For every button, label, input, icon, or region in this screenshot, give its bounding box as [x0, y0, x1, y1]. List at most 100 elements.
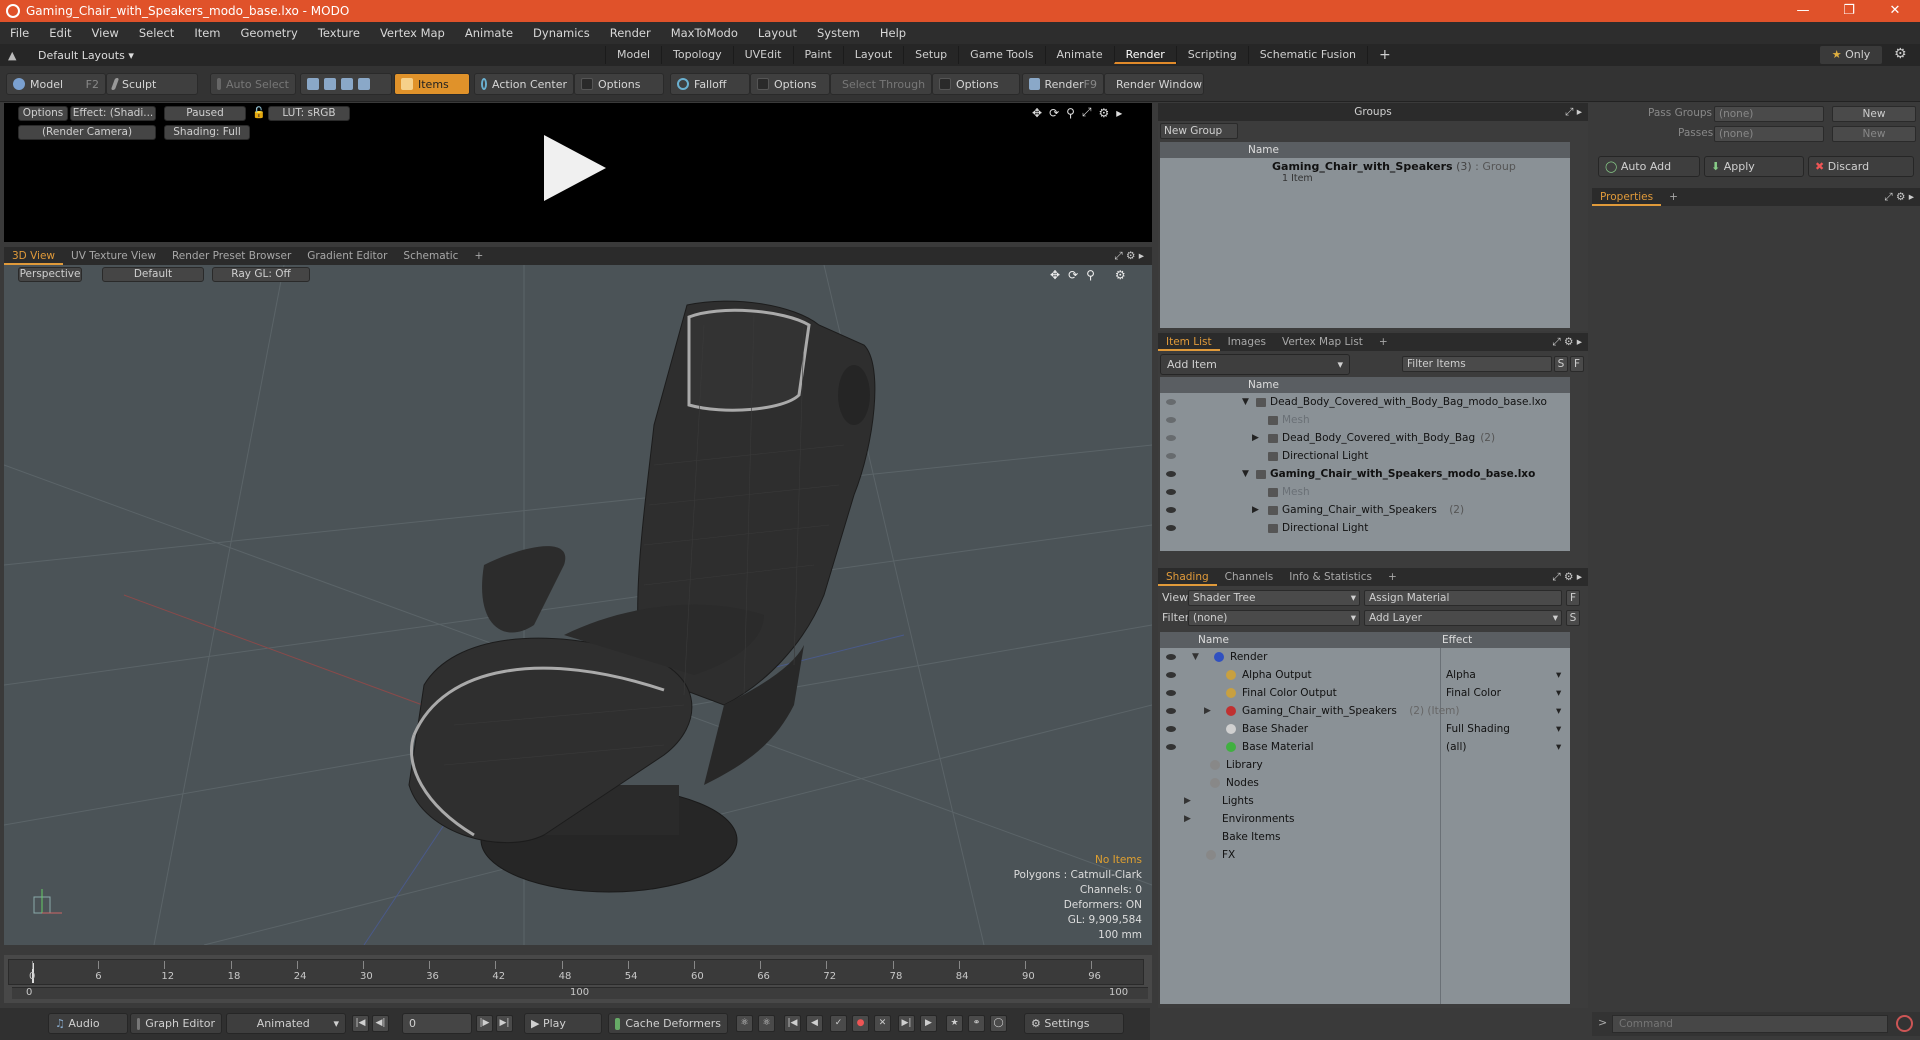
visibility-eye-icon[interactable] — [1166, 453, 1176, 459]
key-icon[interactable]: ⚛ — [736, 1015, 753, 1032]
menu-maxtomodo[interactable]: MaxToModo — [661, 26, 748, 40]
tab-item-list[interactable]: Item List — [1158, 333, 1220, 351]
effect-select[interactable]: Effect: (Shadi... — [70, 106, 156, 121]
view-select[interactable]: Shader Tree ▾ — [1188, 590, 1360, 606]
tab-channels[interactable]: Channels — [1217, 568, 1282, 586]
tab-gradient-editor[interactable]: Gradient Editor — [299, 247, 395, 265]
tab-uv-texture-view[interactable]: UV Texture View — [63, 247, 164, 265]
expand-arrow-icon[interactable]: ▶ — [1252, 505, 1259, 515]
key-auto-icon[interactable]: ⚛ — [758, 1015, 775, 1032]
shader-row[interactable]: Final Color Output Final Color ▾ — [1160, 684, 1570, 702]
visibility-eye-icon[interactable] — [1166, 471, 1176, 477]
passes-select[interactable]: (none) — [1714, 126, 1824, 142]
shader-row[interactable]: Alpha Output Alpha ▾ — [1160, 666, 1570, 684]
falloff-button[interactable]: Falloff — [670, 73, 750, 95]
play-icon[interactable] — [544, 135, 606, 201]
viewport-settings-icon[interactable]: ⤢ ⚙ ▸ — [1114, 250, 1144, 263]
tab-game-tools[interactable]: Game Tools — [958, 46, 1044, 64]
cache-deformers-button[interactable]: Cache Deformers — [608, 1013, 728, 1034]
visibility-eye-icon[interactable] — [1166, 708, 1176, 714]
tab-info-statistics[interactable]: Info & Statistics — [1281, 568, 1380, 586]
group-row[interactable]: Gaming_Chair_with_Speakers (3) : Group 1… — [1160, 158, 1570, 184]
paused-button[interactable]: Paused — [164, 106, 246, 121]
gear-icon[interactable]: ⚙ — [1894, 46, 1907, 62]
edges-icon[interactable] — [324, 78, 336, 90]
raygl-toggle[interactable]: Ray GL: Off — [212, 267, 310, 282]
materials-icon[interactable] — [358, 78, 370, 90]
menu-geometry[interactable]: Geometry — [231, 26, 308, 40]
effect-dropdown-icon[interactable]: ▾ — [1556, 687, 1561, 699]
menu-texture[interactable]: Texture — [308, 26, 370, 40]
shading-f-button[interactable]: F — [1566, 590, 1580, 606]
default-layouts-select[interactable]: Default Layouts ▾ — [38, 49, 134, 62]
arrow-right-icon[interactable]: ▸ — [1116, 106, 1122, 120]
expand-arrow-icon[interactable]: ▶ — [1252, 433, 1259, 443]
effect-select[interactable]: Full Shading — [1446, 723, 1510, 735]
audio-button[interactable]: ♫ Audio — [48, 1013, 128, 1034]
tab-topology[interactable]: Topology — [661, 46, 733, 64]
tab-setup[interactable]: Setup — [903, 46, 958, 64]
tab-vertex-map-list[interactable]: Vertex Map List — [1274, 333, 1371, 351]
shading-select[interactable]: Shading: Full — [164, 125, 250, 140]
timeline[interactable]: 0 6 12 18 24 30 36 42 48 54 60 66 72 78 84 90 96 0 100 1… — [4, 955, 1152, 1003]
checkbox-icon[interactable] — [939, 78, 951, 90]
filter-items-input[interactable]: Filter Items — [1402, 356, 1552, 372]
viewport-gear-icon[interactable]: ⚙ — [1115, 268, 1126, 282]
add-tab-icon[interactable]: + — [1371, 333, 1396, 351]
gaming-chair-model[interactable] — [4, 265, 1152, 945]
vertices-icon[interactable] — [307, 78, 319, 90]
expand-arrow-icon[interactable]: ▶ — [1184, 814, 1191, 824]
expand-arrow-icon[interactable]: ▶ — [1184, 796, 1191, 806]
shader-row[interactable]: ▶ Environments — [1160, 810, 1570, 828]
item-row[interactable]: Mesh — [1160, 483, 1570, 501]
effect-select[interactable]: (all) — [1446, 741, 1466, 753]
action-center-button[interactable]: Action Center — [474, 73, 574, 95]
menu-dynamics[interactable]: Dynamics — [523, 26, 600, 40]
item-row[interactable]: ▶ Gaming_Chair_with_Speakers (2) — [1160, 501, 1570, 519]
shader-row[interactable]: Bake Items — [1160, 828, 1570, 846]
visibility-eye-icon[interactable] — [1166, 672, 1176, 678]
shader-row[interactable]: Nodes — [1160, 774, 1570, 792]
menu-help[interactable]: Help — [870, 26, 916, 40]
shading-expand-icon[interactable]: ⤢ ⚙ ▸ — [1552, 571, 1582, 584]
menu-system[interactable]: System — [807, 26, 870, 40]
effect-dropdown-icon[interactable]: ▾ — [1556, 723, 1561, 735]
groups-expand-icon[interactable]: ⤢ ▸ — [1565, 106, 1582, 119]
visibility-eye-icon[interactable] — [1166, 399, 1176, 405]
new-pass-button[interactable]: New — [1832, 126, 1916, 142]
frame-input[interactable]: 0 — [402, 1013, 472, 1034]
next-key-icon[interactable]: ▶| — [898, 1015, 915, 1032]
visibility-eye-icon[interactable] — [1166, 417, 1176, 423]
properties-expand-icon[interactable]: ⤢ ⚙ ▸ — [1884, 191, 1914, 204]
menu-layout[interactable]: Layout — [748, 26, 807, 40]
item-row[interactable]: ▼ Gaming_Chair_with_Speakers_modo_base.lx… — [1160, 465, 1570, 483]
timeline-track[interactable] — [8, 959, 1144, 985]
item-list-expand-icon[interactable]: ⤢ ⚙ ▸ — [1552, 336, 1582, 349]
lut-select[interactable]: LUT: sRGB — [268, 106, 350, 121]
visibility-eye-icon[interactable] — [1166, 726, 1176, 732]
add-tab-icon[interactable]: + — [1380, 568, 1405, 586]
effect-select[interactable]: Alpha — [1446, 669, 1476, 681]
item-row[interactable]: Directional Light — [1160, 447, 1570, 465]
expand-arrow-icon[interactable]: ▶ — [1204, 706, 1211, 716]
visibility-eye-icon[interactable] — [1166, 489, 1176, 495]
prev-key2-icon[interactable]: ◀ — [806, 1015, 823, 1032]
effect-dropdown-icon[interactable]: ▾ — [1556, 741, 1561, 753]
apply-button[interactable]: ⬇ Apply — [1704, 156, 1804, 177]
rotate-icon[interactable]: ⟳ — [1049, 106, 1059, 120]
expand-arrow-icon[interactable]: ▼ — [1242, 397, 1249, 407]
command-input[interactable] — [1612, 1015, 1888, 1033]
record-macro-icon[interactable] — [1896, 1015, 1913, 1032]
link-icon[interactable]: ⚭ — [968, 1015, 985, 1032]
tab-layout[interactable]: Layout — [842, 46, 903, 64]
visibility-eye-icon[interactable] — [1166, 654, 1176, 660]
menu-select[interactable]: Select — [129, 26, 184, 40]
skip-start-icon[interactable]: |◀ — [352, 1015, 369, 1032]
3d-viewport[interactable]: Perspective Default Ray GL: Off ✥ ⟳ ⚲ ⚙ … — [4, 265, 1152, 945]
falloff-options-button[interactable]: Options — [750, 73, 830, 95]
tab-images[interactable]: Images — [1220, 333, 1274, 351]
auto-select-button[interactable]: Auto Select — [210, 73, 296, 95]
tab-paint[interactable]: Paint — [792, 46, 843, 64]
add-tab-icon[interactable]: + — [1661, 188, 1686, 206]
pass-groups-select[interactable]: (none) — [1714, 106, 1824, 122]
